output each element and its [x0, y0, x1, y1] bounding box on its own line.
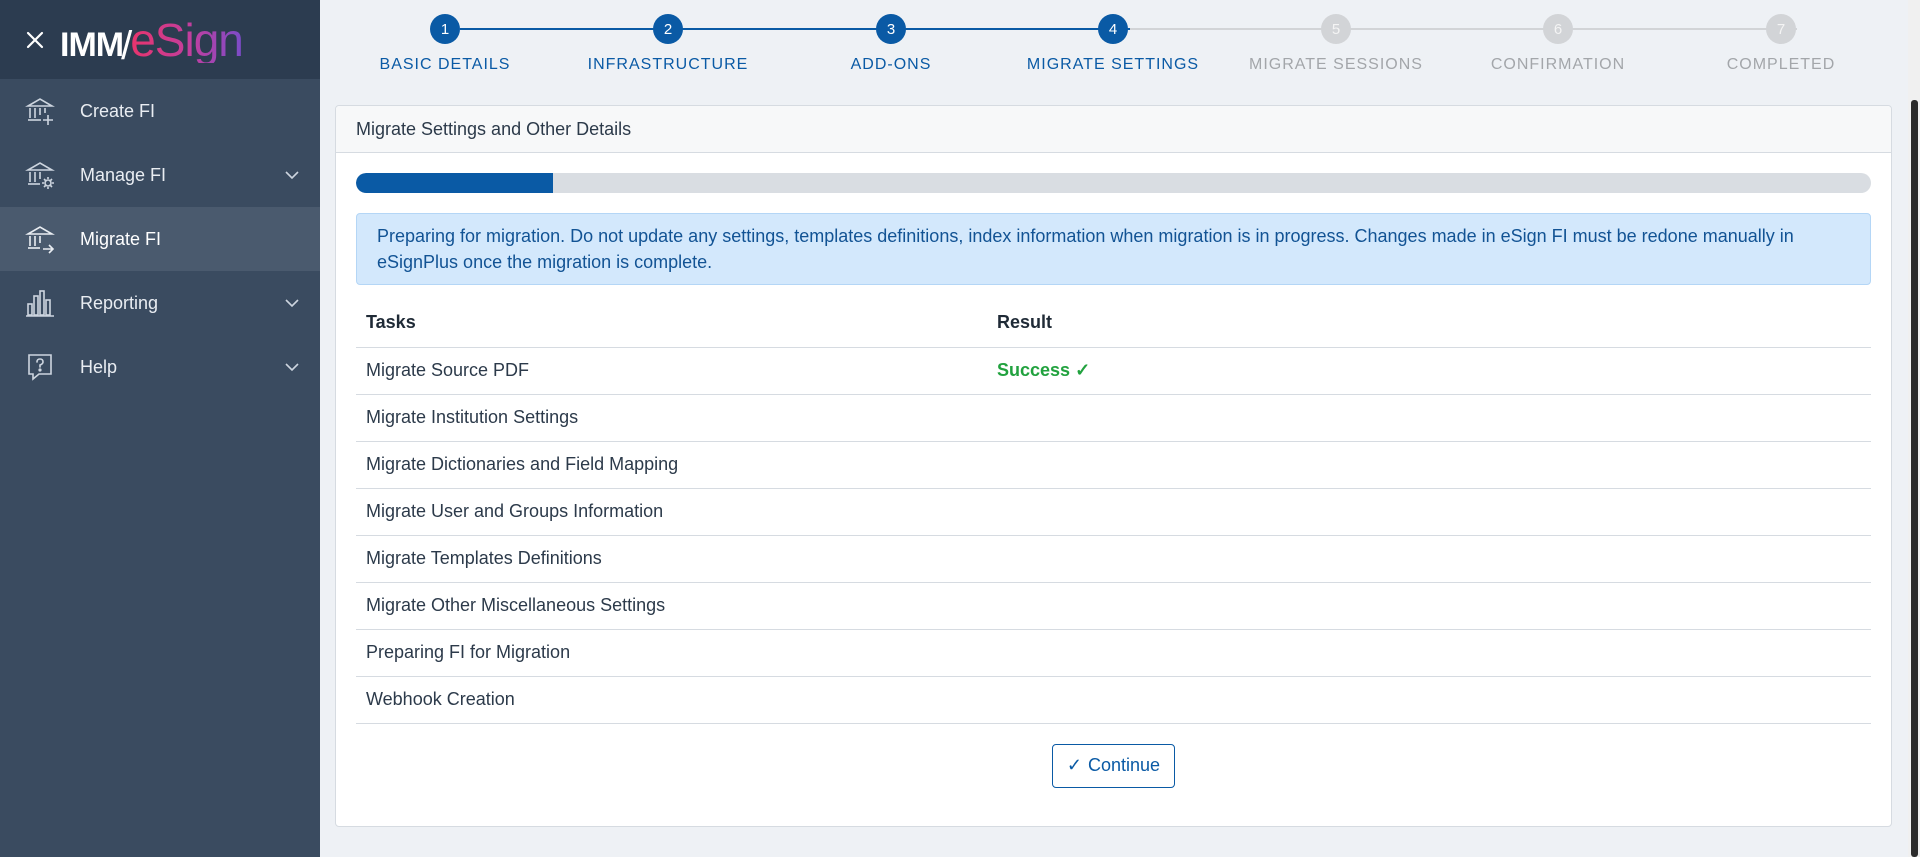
step-label: BASIC DETAILS [379, 56, 511, 73]
chevron-down-icon[interactable] [284, 167, 300, 183]
task-result: Success ✓ [987, 347, 1871, 395]
table-row: Migrate Dictionaries and Field Mapping [356, 441, 1871, 489]
task-result [987, 582, 1871, 630]
sidebar-item-help[interactable]: Help [0, 335, 320, 399]
step-label: MIGRATE SESSIONS [1249, 56, 1423, 73]
bank-gear-icon [24, 159, 56, 191]
sidebar-header: IMM / eSign [0, 0, 320, 79]
migrate-settings-card: Migrate Settings and Other Details Prepa… [335, 105, 1892, 827]
continue-button[interactable]: ✓ Continue [1051, 743, 1176, 788]
sidebar-item-create-fi[interactable]: Create FI [0, 79, 320, 143]
table-row: Migrate Source PDF Success ✓ [356, 347, 1871, 395]
step-migrate-settings[interactable]: 4 MIGRATE SETTINGS [1003, 14, 1223, 74]
task-name: Migrate Institution Settings [356, 394, 987, 442]
task-name: Migrate User and Groups Information [356, 488, 987, 536]
stepper-remaining-line [1130, 28, 1797, 30]
task-name: Preparing FI for Migration [356, 629, 987, 677]
step-number: 5 [1321, 14, 1351, 44]
task-result [987, 394, 1871, 442]
close-icon[interactable] [22, 27, 48, 53]
task-name: Webhook Creation [356, 676, 987, 724]
step-label: INFRASTRUCTURE [587, 56, 749, 73]
sidebar-item-label: Migrate FI [80, 228, 162, 249]
step-confirmation: 6 CONFIRMATION [1448, 14, 1668, 74]
bank-arrow-icon [24, 223, 56, 255]
task-result [987, 441, 1871, 489]
task-result [987, 488, 1871, 536]
task-result [987, 629, 1871, 677]
table-row: Migrate User and Groups Information [356, 488, 1871, 536]
step-basic-details[interactable]: 1 BASIC DETAILS [335, 14, 555, 74]
step-number: 6 [1543, 14, 1573, 44]
success-result: Success ✓ [997, 360, 1090, 380]
logo-esign-text: eSign [130, 13, 244, 66]
column-header-result: Result [987, 299, 1871, 348]
table-row: Webhook Creation [356, 676, 1871, 724]
card-title: Migrate Settings and Other Details [336, 106, 1891, 153]
sidebar-nav: Create FI Manage FI Migrate FI Reporting [0, 79, 320, 399]
step-number: 7 [1766, 14, 1796, 44]
table-row: Preparing FI for Migration [356, 629, 1871, 677]
sidebar-item-reporting[interactable]: Reporting [0, 271, 320, 335]
task-result [987, 535, 1871, 583]
step-label: CONFIRMATION [1490, 56, 1626, 73]
check-icon: ✓ [1075, 360, 1091, 380]
step-label: MIGRATE SETTINGS [1026, 56, 1200, 73]
sidebar-item-label: Help [80, 356, 118, 377]
step-completed: 7 COMPLETED [1671, 14, 1891, 74]
step-infrastructure[interactable]: 2 INFRASTRUCTURE [558, 14, 778, 74]
step-label: ADD-ONS [850, 56, 932, 73]
task-name: Migrate Templates Definitions [356, 535, 987, 583]
help-bubble-icon [24, 351, 56, 383]
task-name: Migrate Source PDF [356, 347, 987, 395]
task-result [987, 676, 1871, 724]
migration-tasks-table: Tasks Result Migrate Source PDF Success … [356, 299, 1871, 724]
sidebar-item-label: Reporting [80, 292, 159, 313]
sidebar-item-manage-fi[interactable]: Manage FI [0, 143, 320, 207]
step-number: 2 [653, 14, 683, 44]
column-header-tasks: Tasks [356, 299, 987, 348]
scrollbar-thumb[interactable] [1911, 100, 1918, 857]
migration-progress-bar [356, 173, 1871, 193]
stepper-progress-line [460, 28, 1130, 30]
step-migrate-sessions: 5 MIGRATE SESSIONS [1226, 14, 1446, 74]
chevron-down-icon[interactable] [284, 359, 300, 375]
step-number: 3 [876, 14, 906, 44]
table-header-row: Tasks Result [356, 299, 1871, 348]
app-logo[interactable]: IMM / eSign [60, 13, 244, 68]
sidebar-item-label: Create FI [80, 100, 156, 121]
logo-imm-text: IMM [60, 25, 124, 64]
bank-plus-icon [24, 95, 56, 127]
success-text: Success [997, 360, 1071, 380]
logo-slash: / [121, 23, 133, 68]
table-row: Migrate Other Miscellaneous Settings [356, 582, 1871, 630]
sidebar-item-label: Manage FI [80, 164, 167, 185]
step-add-ons[interactable]: 3 ADD-ONS [781, 14, 1001, 74]
step-number: 1 [430, 14, 460, 44]
table-row: Migrate Institution Settings [356, 394, 1871, 442]
check-icon: ✓ [1066, 755, 1083, 775]
continue-label: Continue [1088, 755, 1161, 775]
card-body: Preparing for migration. Do not update a… [336, 173, 1891, 788]
migration-progress-fill [356, 173, 553, 193]
step-label: COMPLETED [1726, 56, 1836, 73]
sidebar-item-migrate-fi[interactable]: Migrate FI [0, 207, 320, 271]
bar-chart-icon [24, 287, 56, 319]
chevron-down-icon[interactable] [284, 295, 300, 311]
table-row: Migrate Templates Definitions [356, 535, 1871, 583]
sidebar: IMM / eSign Create FI Manage FI Migrate … [0, 0, 320, 857]
migration-info-alert: Preparing for migration. Do not update a… [356, 213, 1871, 285]
step-number: 4 [1098, 14, 1128, 44]
task-name: Migrate Other Miscellaneous Settings [356, 582, 987, 630]
migration-stepper: 1 BASIC DETAILS 2 INFRASTRUCTURE 3 ADD-O… [335, 0, 1890, 100]
card-actions: ✓ Continue [356, 743, 1871, 788]
page-scrollbar[interactable] [1908, 0, 1920, 857]
task-name: Migrate Dictionaries and Field Mapping [356, 441, 987, 489]
